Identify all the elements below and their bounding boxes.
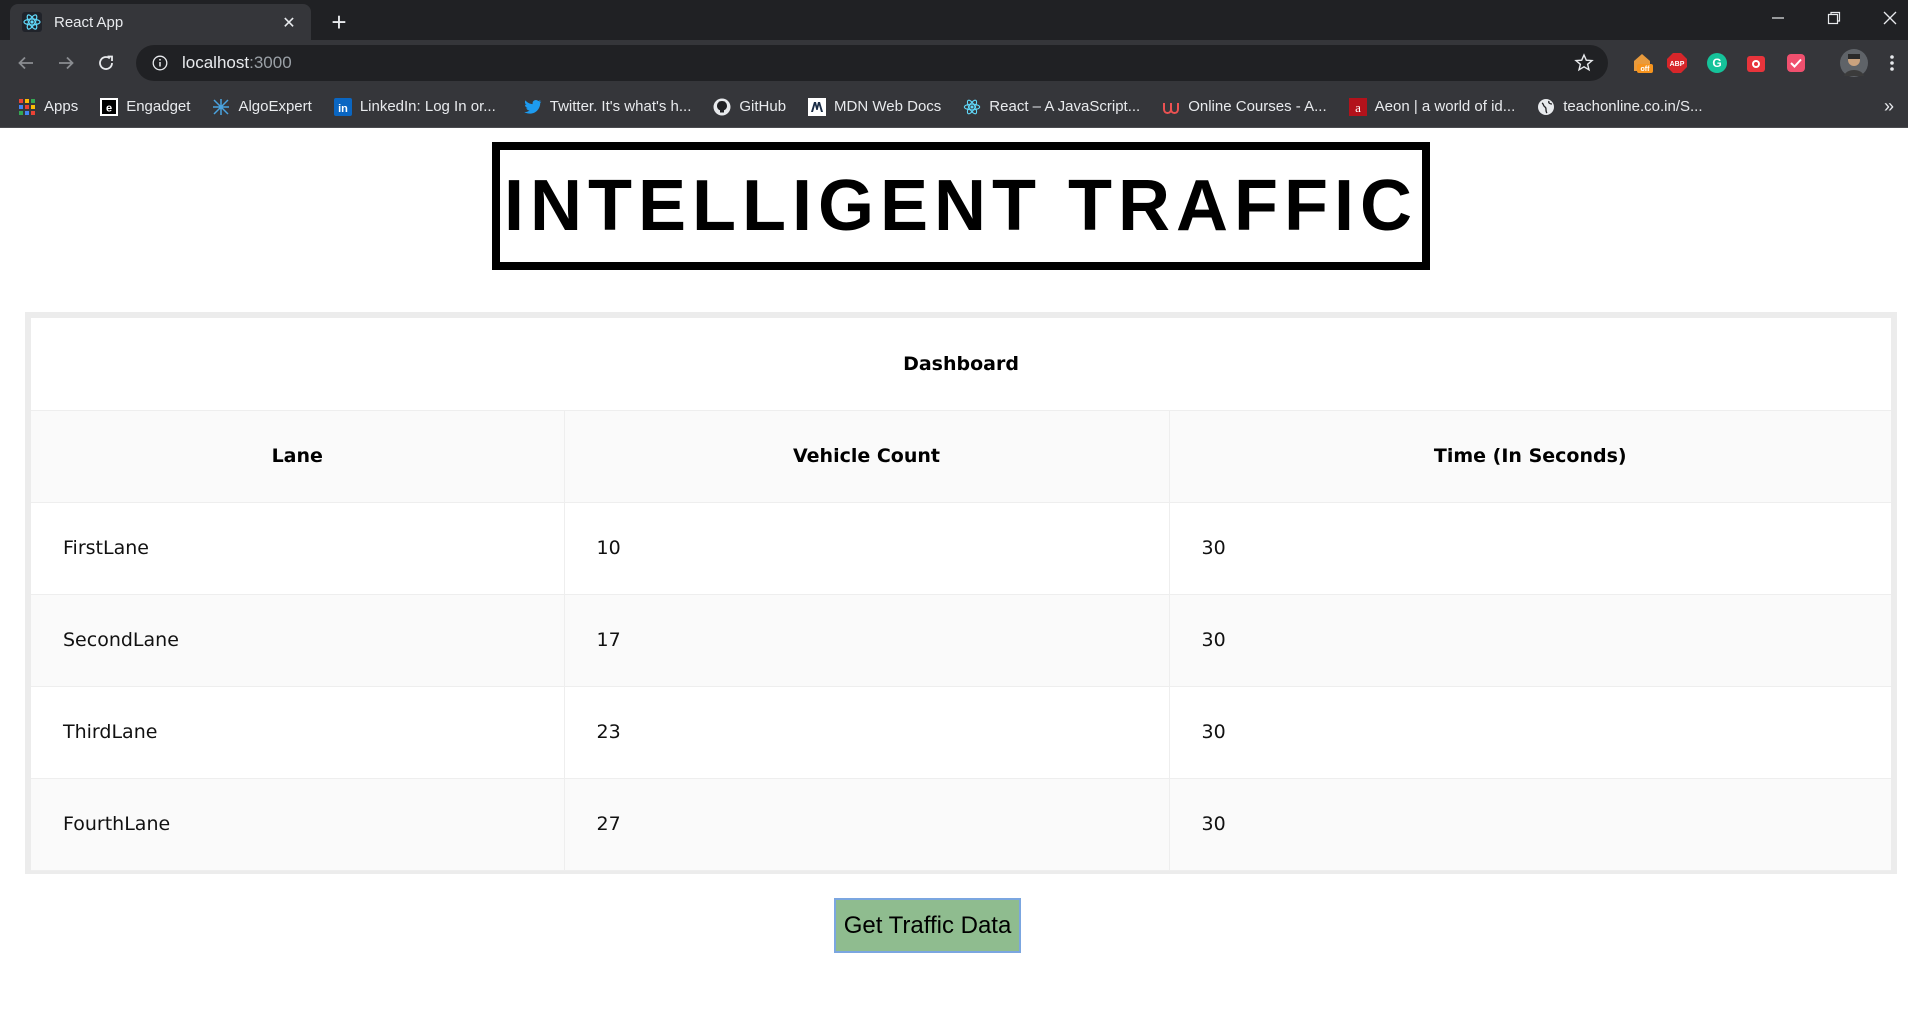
svg-text:in: in <box>338 103 348 115</box>
url-host: localhost <box>182 53 250 72</box>
bookmark-label: AlgoExpert <box>238 98 312 115</box>
close-tab-icon[interactable]: ✕ <box>279 12 299 32</box>
time-cell: 30 <box>1169 502 1891 595</box>
bookmark-mdn[interactable]: MDN Web Docs <box>808 93 941 121</box>
globe-icon <box>1537 98 1555 116</box>
bookmark-teachonline[interactable]: teachonline.co.in/S... <box>1537 93 1703 121</box>
table-row: ThirdLane 23 30 <box>31 686 1891 779</box>
react-icon <box>963 98 981 116</box>
bookmark-label: React – A JavaScript... <box>989 98 1141 115</box>
bookmark-label: Online Courses - A... <box>1188 98 1327 115</box>
bookmark-aeon[interactable]: a Aeon | a world of id... <box>1348 93 1516 121</box>
adblock-icon[interactable]: ABP <box>1665 51 1689 75</box>
time-cell: 30 <box>1169 778 1891 871</box>
tab-title: React App <box>54 13 124 31</box>
table-row: SecondLane 17 30 <box>31 594 1891 687</box>
time-cell: 30 <box>1169 594 1891 687</box>
react-icon <box>22 12 42 32</box>
count-cell: 17 <box>564 594 1170 687</box>
tab-strip: React App ✕ + <box>0 0 1908 40</box>
page-content: INTELLIGENT TRAFFIC Dashboard Lane Vehic… <box>0 128 1908 1024</box>
bookmark-udemy[interactable]: Online Courses - A... <box>1162 93 1327 121</box>
back-arrow-icon[interactable] <box>12 49 40 77</box>
address-bar[interactable]: localhost:3000 <box>136 45 1608 81</box>
bookmark-react[interactable]: React – A JavaScript... <box>963 93 1140 121</box>
count-cell: 10 <box>564 502 1170 595</box>
column-header-lane: Lane <box>31 410 565 503</box>
title-banner: INTELLIGENT TRAFFIC <box>492 142 1430 270</box>
time-cell: 30 <box>1169 686 1891 779</box>
lane-cell: ThirdLane <box>31 686 565 779</box>
linkedin-icon: in <box>333 97 352 116</box>
svg-text:off: off <box>1641 66 1651 73</box>
table-row: FourthLane 27 30 <box>31 778 1891 871</box>
bookmark-label: MDN Web Docs <box>834 98 942 115</box>
table-row: FirstLane 10 30 <box>31 502 1891 595</box>
minimize-icon[interactable] <box>1750 0 1806 36</box>
bookmark-label: Engadget <box>126 98 191 115</box>
bookmark-engadget[interactable]: e Engadget <box>100 93 190 121</box>
svg-text:e: e <box>106 102 112 114</box>
svg-text:a: a <box>1355 100 1361 115</box>
algoexpert-icon <box>212 98 230 116</box>
bookmark-twitter[interactable]: Twitter. It's what's h... <box>524 93 692 121</box>
mdn-icon <box>808 97 827 116</box>
dashboard-caption: Dashboard <box>31 318 1891 411</box>
count-cell: 27 <box>564 778 1170 871</box>
twitter-icon <box>524 98 542 116</box>
browser-chrome: React App ✕ + localhost:3000 off ABP G … <box>0 0 1908 128</box>
reload-icon[interactable] <box>92 49 120 77</box>
dashboard-table-container: Dashboard Lane Vehicle Count Time (In Se… <box>25 312 1897 874</box>
bookmark-star-icon[interactable] <box>1574 53 1594 73</box>
bookmark-label: Aeon | a world of id... <box>1374 98 1516 115</box>
bookmark-label: teachonline.co.in/S... <box>1563 98 1703 115</box>
udemy-icon <box>1162 98 1180 116</box>
forward-arrow-icon[interactable] <box>52 49 80 77</box>
bookmark-github[interactable]: GitHub <box>713 93 786 121</box>
restore-icon[interactable] <box>1806 0 1862 36</box>
bookmark-algoexpert[interactable]: AlgoExpert <box>212 93 312 121</box>
new-tab-icon[interactable]: + <box>325 7 353 37</box>
browser-toolbar: localhost:3000 off ABP G <box>0 40 1908 86</box>
timer-icon[interactable] <box>1784 51 1808 75</box>
extension-icon[interactable] <box>1744 51 1768 75</box>
bookmarks-overflow-icon[interactable]: » <box>1884 96 1894 117</box>
dashboard-table: Dashboard Lane Vehicle Count Time (In Se… <box>31 318 1891 871</box>
column-header-vehicle-count: Vehicle Count <box>564 410 1170 503</box>
grammarly-icon[interactable]: G <box>1705 51 1729 75</box>
bookmark-label: LinkedIn: Log In or... <box>359 98 496 115</box>
engadget-icon: e <box>100 97 119 116</box>
bookmarks-bar: Apps e Engadget AlgoExpert in LinkedIn: … <box>0 86 1908 128</box>
bookmark-label: Twitter. It's what's h... <box>549 98 692 115</box>
lane-cell: FourthLane <box>31 778 565 871</box>
aeon-icon: a <box>1348 97 1367 116</box>
info-icon[interactable] <box>150 53 170 73</box>
lane-cell: FirstLane <box>31 502 565 595</box>
lane-cell: SecondLane <box>31 594 565 687</box>
bookmark-label: Apps <box>44 98 79 115</box>
svg-text:G: G <box>1712 56 1721 70</box>
menu-dots-icon[interactable] <box>1880 51 1904 75</box>
get-traffic-data-button[interactable]: Get Traffic Data <box>834 898 1021 953</box>
avatar[interactable] <box>1839 48 1869 78</box>
tab-react-app[interactable]: React App ✕ <box>10 4 311 40</box>
bookmark-label: GitHub <box>739 98 787 115</box>
svg-text:ABP: ABP <box>1670 61 1685 68</box>
page-title: INTELLIGENT TRAFFIC <box>504 166 1418 246</box>
url-port: :3000 <box>249 53 292 72</box>
apps-grid-icon <box>18 98 36 116</box>
column-header-time: Time (In Seconds) <box>1169 410 1891 503</box>
honey-icon[interactable]: off <box>1630 51 1654 75</box>
github-icon <box>713 98 731 116</box>
bookmark-apps[interactable]: Apps <box>18 93 78 121</box>
bookmark-linkedin[interactable]: in LinkedIn: Log In or... <box>333 93 496 121</box>
window-close-icon[interactable] <box>1862 0 1908 36</box>
count-cell: 23 <box>564 686 1170 779</box>
